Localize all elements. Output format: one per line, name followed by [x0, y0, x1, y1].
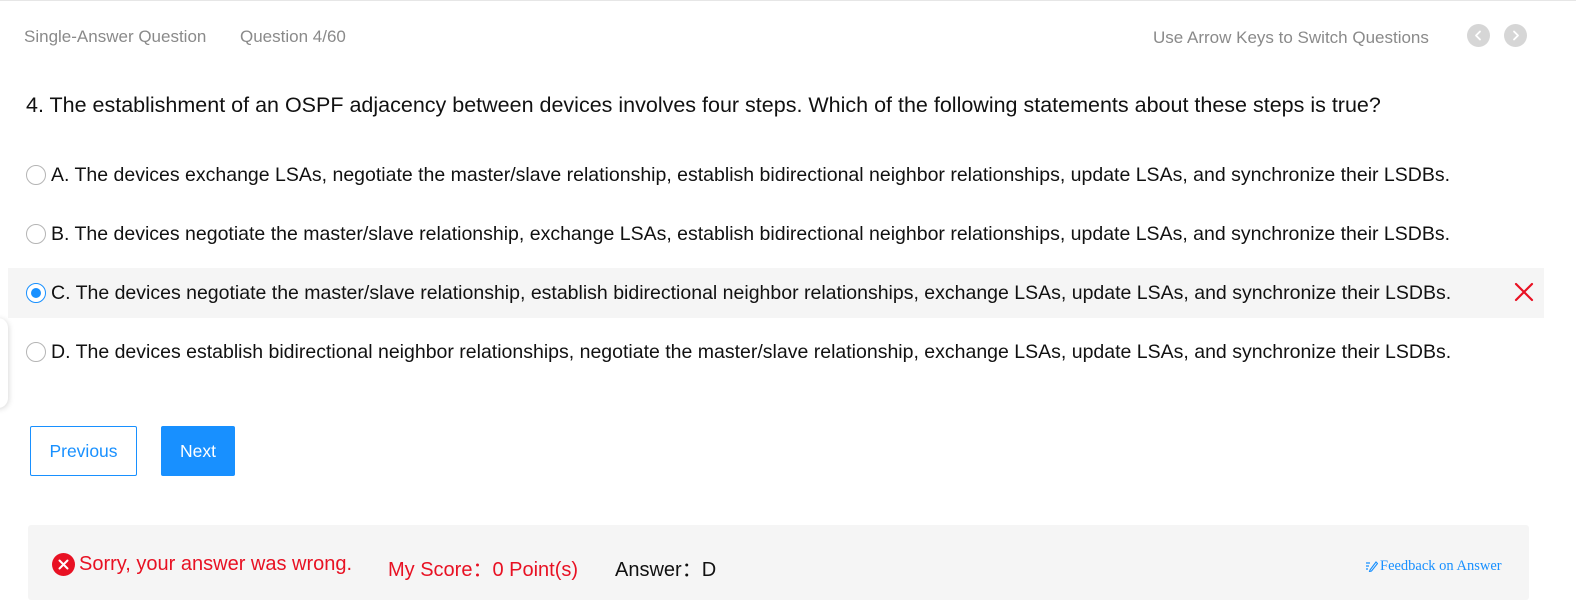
next-button[interactable]: Next: [161, 426, 235, 476]
feedback-link-label[interactable]: Feedback on Answer: [1380, 558, 1502, 574]
question-type-label: Single-Answer Question: [24, 27, 207, 46]
option-c-radio[interactable]: [26, 283, 46, 303]
chevron-right-icon: [1513, 30, 1519, 41]
option-d-label[interactable]: D. The devices establish bidirectional n…: [51, 341, 1451, 364]
option-a-radio[interactable]: [26, 165, 46, 185]
option-a-label[interactable]: A. The devices exchange LSAs, negotiate …: [51, 164, 1450, 187]
top-divider: [0, 0, 1576, 1]
next-question-button[interactable]: [1504, 24, 1527, 47]
close-icon: [1514, 282, 1534, 302]
option-c[interactable]: C. The devices negotiate the master/slav…: [8, 268, 1544, 318]
option-c-label[interactable]: C. The devices negotiate the master/slav…: [51, 282, 1451, 305]
side-drawer-handle[interactable]: [0, 318, 8, 408]
chevron-left-icon: [1475, 30, 1481, 41]
feedback-link[interactable]: Feedback on Answer: [1365, 558, 1502, 575]
option-b[interactable]: B. The devices negotiate the master/slav…: [8, 209, 1544, 259]
option-b-radio[interactable]: [26, 224, 46, 244]
question-header: Single-Answer Question Question 4/60 Use…: [0, 20, 1576, 54]
option-b-label[interactable]: B. The devices negotiate the master/slav…: [51, 223, 1450, 246]
option-d[interactable]: D. The devices establish bidirectional n…: [8, 327, 1544, 377]
previous-button[interactable]: Previous: [30, 426, 137, 476]
error-circle-icon: [52, 553, 75, 576]
correct-answer-display: Answer：D: [615, 559, 717, 581]
question-counter: Question 4/60: [240, 27, 346, 46]
result-panel: Sorry, your answer was wrong. My Score：0…: [28, 525, 1529, 600]
previous-question-button[interactable]: [1467, 24, 1490, 47]
score-display: My Score：0 Point(s): [388, 559, 579, 581]
wrong-answer-message: Sorry, your answer was wrong.: [79, 553, 353, 575]
edit-icon: [1366, 561, 1378, 572]
option-a[interactable]: A. The devices exchange LSAs, negotiate …: [8, 150, 1544, 200]
option-d-radio[interactable]: [26, 342, 46, 362]
arrow-keys-hint: Use Arrow Keys to Switch Questions: [1153, 28, 1429, 47]
question-text: 4. The establishment of an OSPF adjacenc…: [26, 93, 1381, 117]
